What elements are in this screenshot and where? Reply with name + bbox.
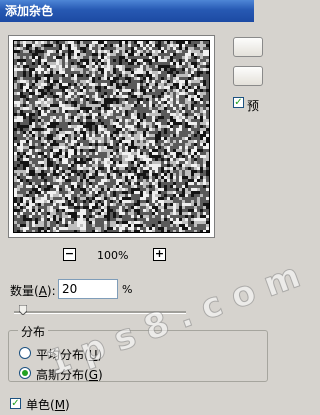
uniform-label: 平均分布(U) xyxy=(36,348,103,362)
preview-checkbox[interactable]: ✓ xyxy=(233,97,244,108)
noise-preview-image[interactable] xyxy=(13,40,210,233)
window-title: 添加杂色 xyxy=(5,4,54,18)
amount-slider-track[interactable] xyxy=(14,311,186,314)
amount-label: 数量(A): xyxy=(10,284,56,298)
monochrome-label: 单色(M) xyxy=(26,398,70,412)
distribution-title: 分布 xyxy=(18,323,49,340)
uniform-radio[interactable] xyxy=(19,347,31,359)
preview-panel[interactable] xyxy=(8,35,215,238)
zoom-level: 100% xyxy=(97,249,129,262)
amount-slider-thumb[interactable] xyxy=(18,305,27,315)
zoom-in-button[interactable]: + xyxy=(153,248,166,261)
window-title-bar[interactable]: 添加杂色 xyxy=(0,0,254,22)
amount-input[interactable]: 20 xyxy=(58,279,118,299)
monochrome-checkbox[interactable]: ✓ xyxy=(10,398,21,409)
gaussian-radio[interactable] xyxy=(19,367,31,379)
amount-unit: % xyxy=(122,283,133,296)
zoom-out-button[interactable]: − xyxy=(63,248,76,261)
preview-checkbox-label: 预 xyxy=(247,99,260,113)
cancel-button[interactable] xyxy=(233,66,263,86)
gaussian-label: 高斯分布(G) xyxy=(36,368,103,382)
ok-button[interactable] xyxy=(233,37,263,57)
